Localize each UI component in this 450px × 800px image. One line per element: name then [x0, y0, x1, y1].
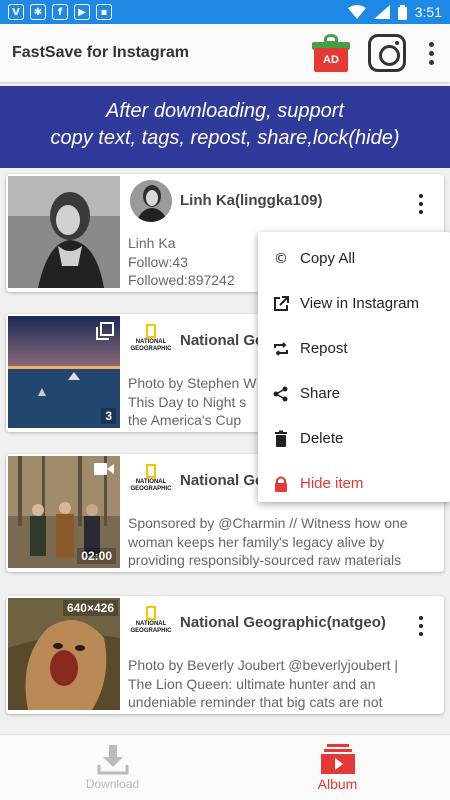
gift-ad-label: AD: [314, 48, 348, 72]
caption-line: The Lion Queen: ultimate hunter and an: [128, 675, 376, 692]
caption-line: providing responsibly-sourced raw materi…: [128, 552, 402, 568]
user-avatar: [130, 180, 172, 222]
menu-item-copy-all[interactable]: © Copy All: [258, 236, 450, 281]
menu-item-repost[interactable]: Repost: [258, 326, 450, 371]
natgeo-logo: NATIONAL GEOGRAPHIC: [130, 324, 172, 360]
post-menu-icon[interactable]: [414, 616, 428, 636]
caption-line: Sponsored by @Charmin // Witness how one: [128, 515, 408, 531]
app-title: FastSave for Instagram: [12, 44, 189, 61]
post-username: National Geographic(natgeo): [180, 614, 386, 631]
banner-line-1: After downloading, support: [106, 100, 344, 122]
sync-icon: ✱: [30, 4, 46, 20]
wifi-icon: [347, 5, 366, 19]
lock-icon: [275, 476, 287, 492]
battery-icon: [397, 4, 407, 20]
caption-line: Photo by Beverly Joubert @beverlyjoubert…: [128, 657, 398, 673]
post-thumbnail[interactable]: 3: [8, 316, 120, 428]
post-thumbnail[interactable]: 640×426: [8, 598, 120, 710]
menu-item-label: Repost: [300, 340, 348, 357]
trash-icon: [275, 430, 287, 447]
play-icon: ▶: [74, 4, 90, 20]
image-icon: ▪: [96, 4, 112, 20]
menu-item-label: Delete: [300, 430, 344, 447]
promo-banner: After downloading, support copy text, ta…: [0, 86, 450, 168]
menu-item-label: Share: [300, 385, 341, 402]
natgeo-logo: NATIONAL GEOGRAPHIC: [130, 606, 172, 642]
vpn-icon: V: [8, 4, 24, 20]
banner-line-2: copy text, tags, repost, share,lock(hide…: [50, 127, 400, 149]
status-bar: V ✱ f ▶ ▪ 3:51: [0, 0, 450, 24]
menu-item-label: View in Instagram: [300, 295, 419, 312]
instagram-icon[interactable]: [368, 34, 406, 72]
repost-icon: [274, 341, 288, 356]
video-icon: [94, 463, 114, 475]
external-link-icon: [274, 295, 289, 311]
gallery-icon: [96, 322, 114, 340]
post-thumbnail[interactable]: [8, 176, 120, 288]
gift-ad-icon[interactable]: AD: [312, 34, 350, 72]
album-icon: [320, 743, 355, 774]
post-menu-icon[interactable]: [414, 194, 428, 214]
caption-line: undeniable reminder that big cats are no…: [128, 694, 383, 710]
menu-item-delete[interactable]: Delete: [258, 416, 450, 461]
post-card[interactable]: 640×426 NATIONAL GEOGRAPHIC National Geo…: [6, 596, 444, 714]
overflow-menu-icon[interactable]: [424, 41, 438, 65]
natgeo-logo: NATIONAL GEOGRAPHIC: [130, 464, 172, 500]
app-bar: FastSave for Instagram AD: [0, 24, 450, 82]
post-thumbnail[interactable]: 02:00: [8, 456, 120, 568]
nav-download-label: Download: [85, 776, 140, 791]
menu-item-label: Copy All: [300, 250, 356, 267]
caption-line: woman keeps her family's legacy alive by: [128, 533, 385, 550]
post-username: Linh Ka(linggka109): [180, 192, 323, 209]
menu-item-label: Hide item: [300, 475, 364, 492]
post-caption: Photo by Beverly Joubert @beverlyjoubert…: [128, 656, 440, 712]
copyright-icon: ©: [274, 250, 288, 267]
post-context-menu: © Copy All View in Instagram Repost Shar…: [258, 232, 450, 502]
menu-item-view-in-instagram[interactable]: View in Instagram: [258, 281, 450, 326]
post-caption: Sponsored by @Charmin // Witness how one…: [128, 514, 440, 570]
menu-item-hide-item[interactable]: Hide item: [258, 461, 450, 506]
nav-download[interactable]: Download: [0, 735, 225, 800]
menu-item-share[interactable]: Share: [258, 371, 450, 416]
media-count-badge: 3: [101, 408, 116, 424]
bottom-nav: Download Album: [0, 734, 450, 800]
post-username: National Ge: [180, 472, 264, 489]
nav-album[interactable]: Album: [225, 735, 450, 800]
download-icon: [97, 744, 128, 774]
signal-icon: [373, 5, 390, 19]
status-time: 3:51: [414, 4, 442, 20]
post-username: National Ge: [180, 332, 264, 349]
share-icon: [273, 386, 288, 401]
facebook-icon: f: [52, 4, 68, 20]
video-duration-badge: 02:00: [77, 548, 116, 564]
nav-album-label: Album: [317, 775, 358, 792]
image-size-badge: 640×426: [62, 600, 118, 616]
